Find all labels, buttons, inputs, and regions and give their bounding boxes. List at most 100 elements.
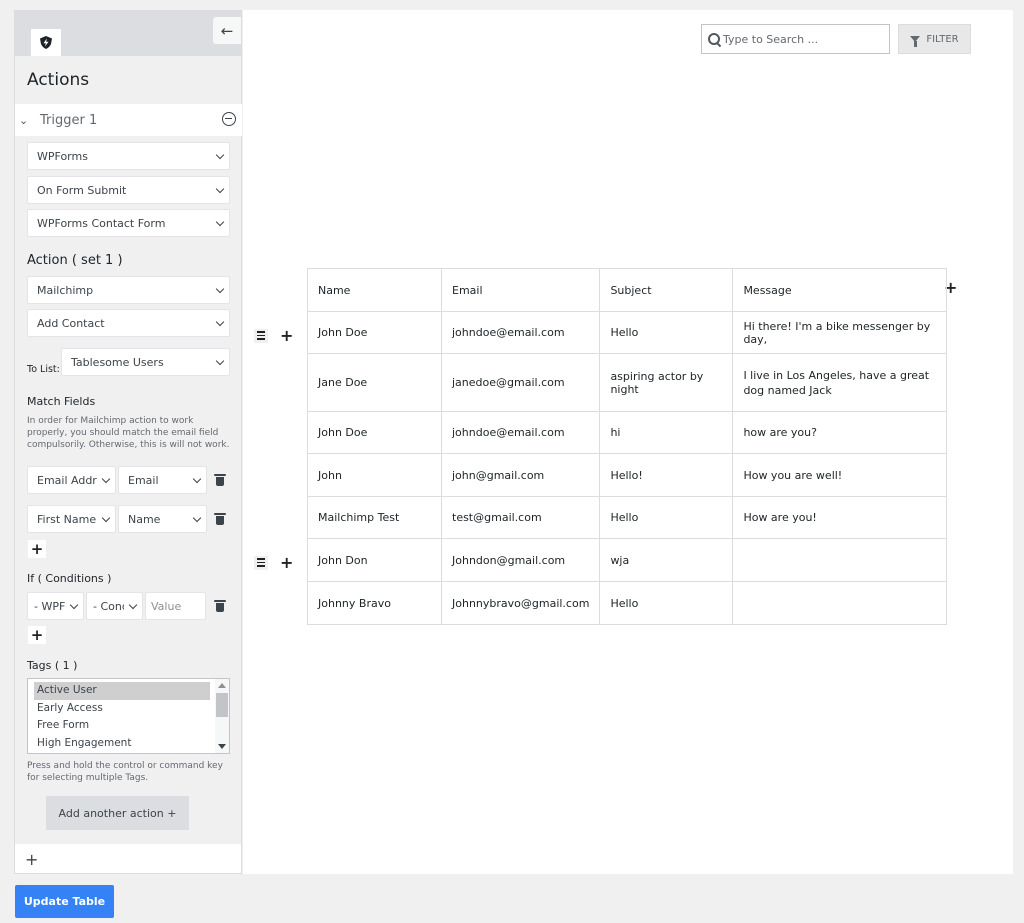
table-cell[interactable]: Mailchimp Test [307, 496, 442, 539]
chevron-down-icon [101, 513, 111, 523]
drag-handle-icon[interactable] [254, 555, 268, 570]
table-cell[interactable]: johndoe@email.com [440, 311, 601, 354]
sidebar-tab-actions[interactable] [31, 29, 61, 56]
table-cell[interactable]: How are you! [732, 496, 948, 539]
drag-handle-icon[interactable] [254, 328, 268, 343]
condition-value-input[interactable]: Value [145, 592, 206, 620]
tag-option[interactable]: Active User [34, 682, 210, 700]
arrow-left-icon: ← [220, 21, 234, 40]
column-header[interactable]: Email [440, 268, 601, 312]
scroll-up-icon[interactable] [218, 683, 226, 688]
table-cell[interactable]: how are you? [732, 411, 948, 454]
tags-help: Press and hold the control or command ke… [27, 761, 223, 783]
search-input[interactable] [723, 32, 883, 46]
table-cell[interactable]: Hello [599, 311, 734, 354]
filter-button[interactable]: FILTER [898, 24, 971, 54]
actions-sidebar: ← Actions ⌄ Trigger 1 WPForms On Form Su… [14, 10, 242, 874]
table-cell[interactable]: Johnnybravo@gmail.com [440, 581, 601, 625]
chevron-down-icon [128, 600, 138, 610]
trigger-form-select[interactable]: WPForms Contact Form [27, 209, 230, 237]
table-cell[interactable]: Hello [599, 496, 734, 539]
shield-bolt-icon [40, 36, 52, 49]
search-icon [708, 32, 721, 46]
trigger-label: Trigger 1 [40, 112, 98, 128]
table-cell[interactable]: john@gmail.com [440, 453, 601, 497]
trash-icon[interactable] [214, 513, 226, 525]
table-cell[interactable]: John Doe [307, 411, 442, 454]
table-cell[interactable]: I live in Los Angeles, have a great dog … [732, 353, 948, 412]
table-cell[interactable]: John Don [307, 538, 442, 582]
table-cell[interactable]: John [307, 453, 442, 497]
table-row: John Don Johndon@gmail.com wja [307, 538, 948, 582]
tag-option[interactable]: High Engagement [28, 735, 211, 753]
table-cell[interactable]: Johndon@gmail.com [440, 538, 601, 582]
row-controls: + [254, 553, 293, 572]
table-cell[interactable]: How you are well! [732, 453, 948, 497]
table-cell[interactable]: John Doe [307, 311, 442, 354]
table-cell[interactable]: johndoe@email.com [440, 411, 601, 454]
sidebar-title: Actions [27, 70, 90, 90]
trigger-integration-select[interactable]: WPForms [27, 142, 230, 170]
add-another-action-button[interactable]: Add another action + [46, 796, 189, 830]
conditions-heading: If ( Conditions ) [27, 572, 112, 585]
match-field-source-select[interactable]: First Name [27, 505, 116, 533]
match-field-target-select[interactable]: Name [118, 505, 207, 533]
table-cell[interactable]: Johnny Bravo [307, 581, 442, 625]
update-table-button[interactable]: Update Table [15, 885, 114, 918]
add-trigger-plus-icon[interactable]: + [25, 850, 38, 869]
action-integration-select[interactable]: Mailchimp [27, 276, 230, 304]
table-cell[interactable]: test@gmail.com [440, 496, 601, 539]
add-row-plus-icon[interactable]: + [280, 326, 293, 345]
scroll-thumb[interactable] [216, 693, 228, 717]
add-match-field-button[interactable]: + [28, 540, 46, 558]
column-header[interactable]: Subject [599, 268, 734, 312]
chevron-down-icon [215, 150, 225, 160]
to-list-select[interactable]: Tablesome Users [61, 348, 230, 376]
table-cell[interactable]: Hello! [599, 453, 734, 497]
trigger-event-select[interactable]: On Form Submit [27, 176, 230, 204]
table-row: John john@gmail.com Hello! How you are w… [307, 453, 948, 497]
condition-field-select[interactable]: - WPForms [27, 592, 84, 620]
column-header[interactable]: Message [732, 268, 948, 312]
remove-trigger-icon[interactable] [222, 112, 236, 126]
tags-scrollbar[interactable] [215, 679, 229, 753]
tags-heading: Tags ( 1 ) [27, 659, 78, 672]
chevron-down-icon [215, 284, 225, 294]
trigger-accordion[interactable]: ⌄ Trigger 1 [15, 104, 242, 136]
column-header[interactable]: Name [307, 268, 442, 312]
add-condition-button[interactable]: + [28, 626, 46, 644]
chevron-down-icon [215, 356, 225, 366]
chevron-down-icon [69, 600, 79, 610]
tag-option[interactable]: Early Access [28, 700, 211, 718]
plus-icon: + [30, 626, 44, 644]
table-cell[interactable]: aspiring actor by night [599, 353, 734, 412]
condition-operator-select[interactable]: - Condition [86, 592, 143, 620]
table-cell[interactable]: Hello [599, 581, 734, 625]
chevron-down-icon [192, 513, 202, 523]
search-box[interactable] [701, 24, 890, 54]
match-field-source-select[interactable]: Email Address [27, 466, 116, 494]
table-row: Jane Doe janedoe@gmail.com aspiring acto… [307, 353, 948, 412]
plus-icon: + [30, 540, 44, 558]
scroll-down-icon[interactable] [218, 744, 226, 749]
action-operation-select[interactable]: Add Contact [27, 309, 230, 337]
table-cell[interactable] [732, 538, 948, 582]
filter-label: FILTER [926, 33, 959, 45]
table-cell[interactable]: Hi there! I'm a bike messenger by day, [732, 311, 948, 354]
table-cell[interactable]: Jane Doe [307, 353, 442, 412]
trash-icon[interactable] [214, 600, 226, 612]
add-row-plus-icon[interactable]: + [280, 553, 293, 572]
table-cell[interactable]: wja [599, 538, 734, 582]
tags-multiselect[interactable]: Active User Early Access Free Form High … [27, 678, 230, 754]
table-cell[interactable]: hi [599, 411, 734, 454]
tag-option[interactable]: Free Form [28, 717, 211, 735]
data-table: Name Email Subject Message John Doe john… [307, 268, 948, 625]
match-field-target-select[interactable]: Email [118, 466, 207, 494]
table-cell[interactable]: janedoe@gmail.com [440, 353, 601, 412]
chevron-down-icon: ⌄ [19, 113, 29, 127]
table-cell[interactable] [732, 581, 948, 625]
trash-icon[interactable] [214, 474, 226, 486]
collapse-sidebar-button[interactable]: ← [213, 17, 241, 44]
chevron-down-icon [192, 474, 202, 484]
sidebar-header: ← [15, 10, 241, 56]
